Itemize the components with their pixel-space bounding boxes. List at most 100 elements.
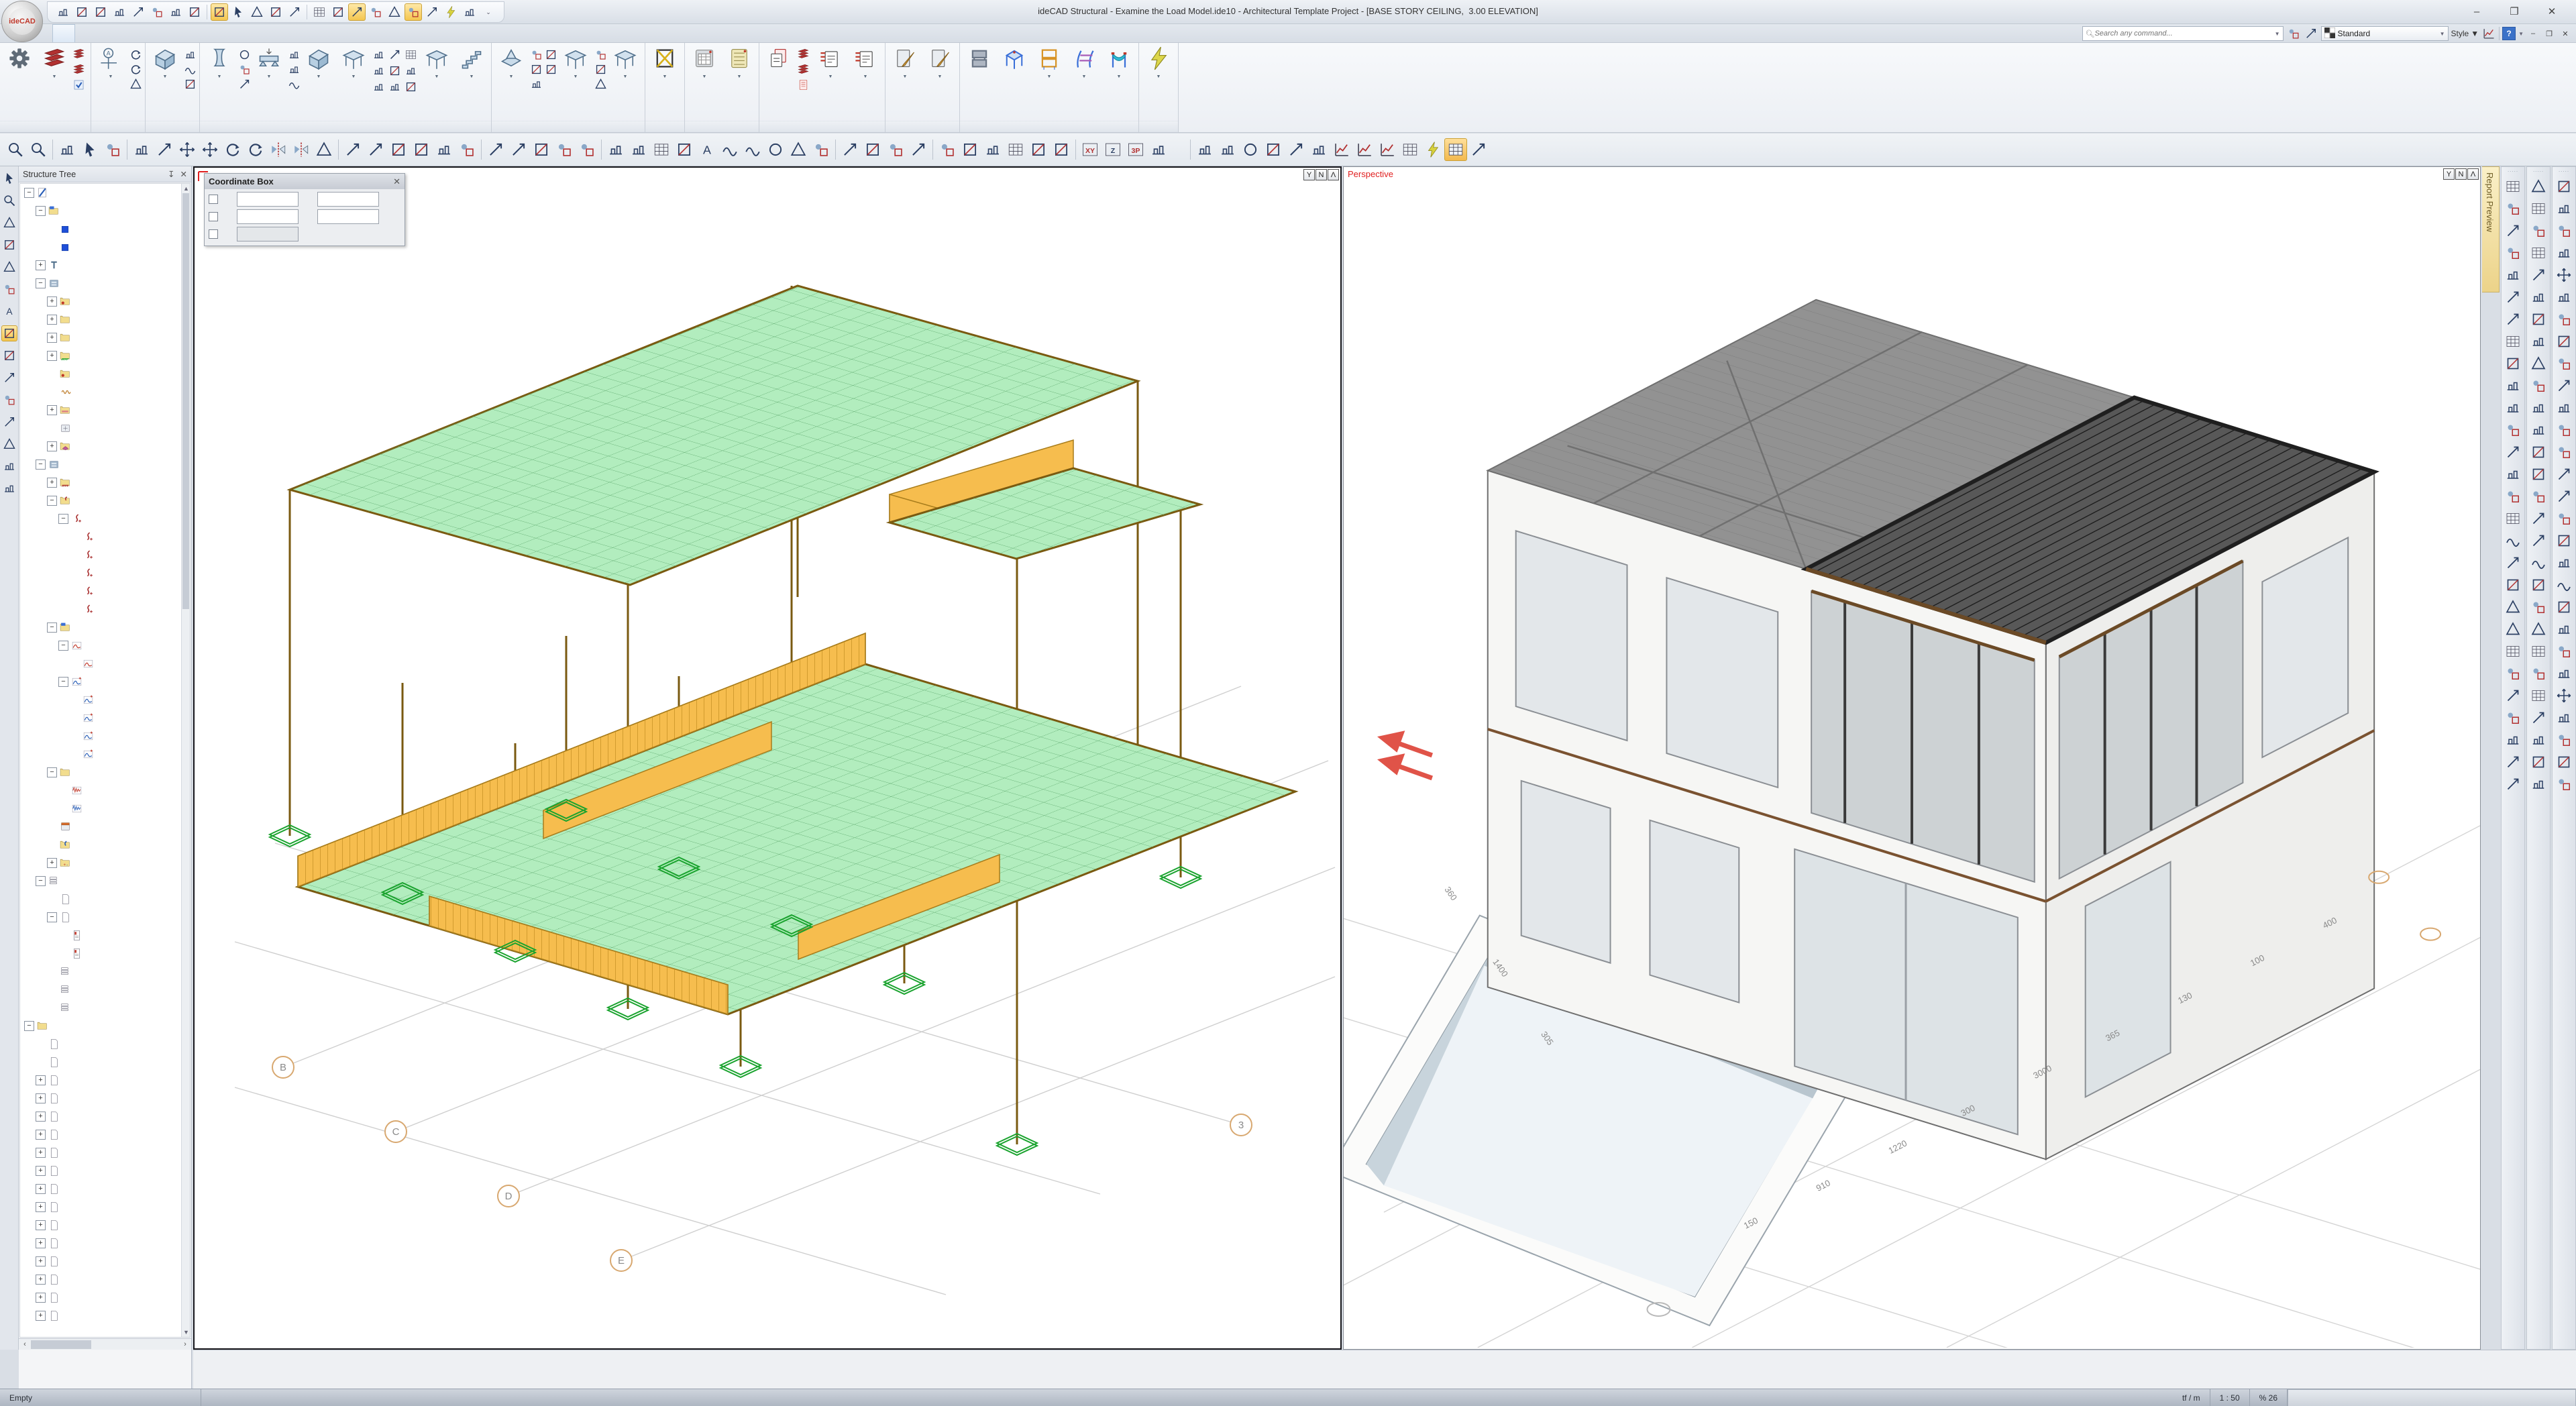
tree-toggle[interactable]: − (47, 912, 57, 922)
tree-item[interactable] (21, 781, 181, 800)
plate-icon[interactable] (2528, 398, 2548, 417)
tree-toggle[interactable]: − (47, 496, 57, 506)
tree-item[interactable]: − (21, 274, 181, 292)
offset-icon[interactable] (410, 138, 433, 161)
tree-toggle[interactable]: + (47, 333, 57, 343)
doc-close-button[interactable]: ✕ (2559, 30, 2572, 38)
level-paint-icon[interactable] (959, 138, 981, 161)
pattern-icon[interactable] (2528, 597, 2548, 616)
undo-icon[interactable] (148, 3, 166, 21)
report-check3-icon[interactable] (2554, 663, 2574, 683)
tree-toggle[interactable]: − (58, 677, 68, 687)
report-check2-icon[interactable] (2554, 641, 2574, 661)
tree-toggle[interactable]: − (36, 206, 46, 216)
tree-item[interactable] (21, 890, 181, 908)
frame-table-active-icon[interactable] (1444, 138, 1467, 161)
z-levels-icon[interactable] (1, 325, 17, 341)
doc-minimize-button[interactable]: – (2526, 30, 2540, 38)
viewport-filter-button[interactable]: Y (1303, 169, 1315, 180)
door-icon[interactable] (627, 138, 650, 161)
status-zoom[interactable]: % 26 (2250, 1389, 2288, 1406)
raft-span-icon[interactable] (594, 62, 607, 76)
frame-plain-icon[interactable] (1467, 138, 1490, 161)
beam-pencil-icon[interactable] (2503, 752, 2523, 771)
corner-pencil-icon[interactable] (2503, 442, 2523, 462)
wall-poly-icon[interactable] (183, 77, 197, 91)
tree-toggle[interactable]: + (36, 1075, 46, 1085)
report-joint-icon[interactable] (2554, 486, 2574, 506)
sketch-icon[interactable] (56, 138, 78, 161)
style-dropdown[interactable]: Style▼ (2451, 29, 2479, 38)
rotate-cw-icon[interactable] (129, 48, 142, 61)
analysis-model-viewport[interactable]: B C D E 3 Coordinate Box ✕ (193, 166, 1342, 1350)
chart-2-icon[interactable] (1353, 138, 1376, 161)
ribbon-eq-code-general-report-button[interactable] (797, 79, 812, 93)
tree-toggle[interactable]: − (24, 1021, 34, 1031)
tree-item[interactable] (21, 1035, 181, 1053)
tree-item[interactable]: + (21, 1270, 181, 1289)
tree-item[interactable]: ++- (21, 854, 181, 872)
report-arch-icon[interactable] (2554, 575, 2574, 594)
report-move-icon[interactable] (2554, 686, 2574, 705)
tree-item[interactable]: + (21, 474, 181, 492)
tree-item[interactable]: − (21, 202, 181, 220)
zoom-window-icon[interactable] (4, 138, 27, 161)
move-icon[interactable] (176, 138, 199, 161)
viewport-name-button[interactable]: N (1316, 169, 1327, 180)
tree-item[interactable] (21, 220, 181, 238)
search-input[interactable] (2094, 30, 2274, 38)
tree-item[interactable] (21, 528, 181, 546)
menu-tab-reports[interactable] (268, 24, 290, 42)
ribbon-beam-button[interactable]: ▼ (252, 44, 286, 121)
search-dropdown-icon[interactable]: ▼ (2275, 31, 2280, 37)
level-icon[interactable] (936, 138, 959, 161)
calculator-icon[interactable] (1399, 138, 1421, 161)
mark-origin-icon[interactable] (1147, 138, 1170, 161)
menu-tab-analysis-and-design[interactable] (225, 24, 247, 42)
array-icon[interactable] (313, 138, 335, 161)
report-block-icon[interactable] (2554, 774, 2574, 794)
hatch-grid-icon[interactable] (2528, 641, 2548, 661)
explode-icon[interactable] (484, 138, 507, 161)
close-button[interactable]: ✕ (2533, 0, 2571, 23)
checker-slab-icon[interactable] (2528, 619, 2548, 639)
help-button[interactable]: ? (2502, 27, 2516, 40)
viewport-up-button[interactable]: Λ (1328, 169, 1339, 180)
tree-item[interactable] (21, 999, 181, 1017)
tree-toggle[interactable]: + (36, 1256, 46, 1266)
column-doc-icon[interactable] (2503, 575, 2523, 594)
trim-red-icon[interactable] (364, 138, 387, 161)
status-units[interactable]: tf / m (2173, 1389, 2210, 1406)
column-solid-icon[interactable] (2528, 730, 2548, 749)
single-footing-icon[interactable] (529, 48, 543, 61)
report-stair-icon[interactable] (2554, 553, 2574, 572)
eraser-icon[interactable] (576, 138, 598, 161)
coordinate-box-header[interactable]: Coordinate Box ✕ (205, 174, 405, 189)
ribbon-wall-button[interactable]: ▼ (148, 44, 182, 121)
report-panel-icon[interactable] (2554, 531, 2574, 550)
layer-combo[interactable]: Standard ▼ (2321, 26, 2449, 41)
slab-column-icon[interactable] (372, 48, 385, 61)
report-move-icon[interactable] (2554, 265, 2574, 284)
cube-icon[interactable] (1, 414, 17, 430)
wall-pencil-icon[interactable] (2503, 221, 2523, 240)
tree-item[interactable] (21, 981, 181, 999)
offset-icon[interactable] (267, 3, 284, 21)
layers-icon[interactable] (1, 237, 17, 253)
tree-item[interactable] (21, 727, 181, 745)
tree-toggle[interactable]: + (36, 1202, 46, 1212)
tree-item[interactable]: + (21, 1307, 181, 1325)
viewport-name-button[interactable]: N (2455, 168, 2467, 180)
pile-icon[interactable] (2528, 464, 2548, 484)
corbel-icon[interactable] (2528, 376, 2548, 395)
footing-solid-icon[interactable] (2528, 752, 2548, 771)
ribbon-raft-edge-button[interactable]: ▼ (608, 44, 642, 121)
tree-item[interactable]: − (21, 673, 181, 691)
ribbon-column-button[interactable]: ▼ (203, 44, 236, 121)
cloud-icon[interactable] (787, 138, 810, 161)
grid-pencil-icon[interactable] (2503, 508, 2523, 528)
ribbon-shearwall-button[interactable]: ▼ (302, 44, 335, 121)
tree-item[interactable] (21, 691, 181, 709)
ribbon-story-forces-button[interactable] (797, 64, 812, 77)
report-copy-icon[interactable] (2554, 176, 2574, 196)
